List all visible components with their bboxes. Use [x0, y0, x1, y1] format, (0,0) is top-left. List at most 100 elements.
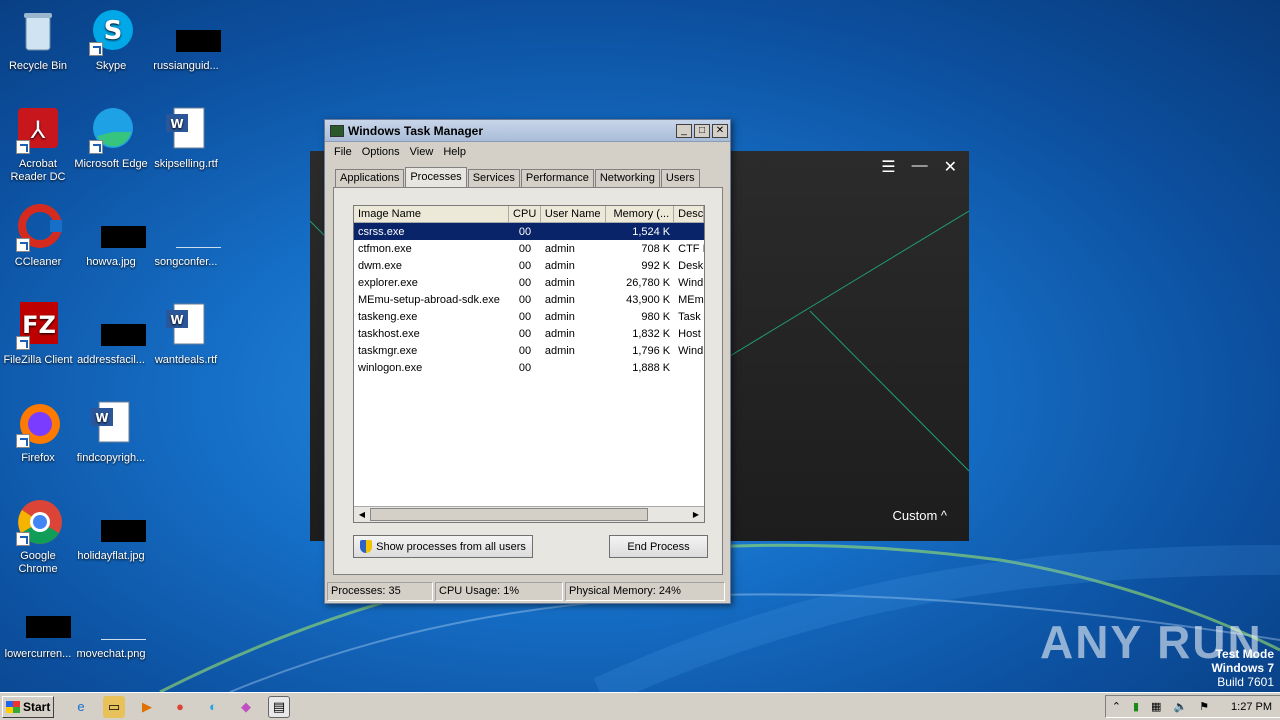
minimize-icon[interactable]: —: [912, 157, 928, 177]
close-icon[interactable]: ✕: [944, 157, 957, 177]
image-file-icon: [87, 498, 146, 546]
scroll-thumb[interactable]: [370, 508, 648, 521]
desktop-icon-lowercurren[interactable]: lowercurren...: [0, 596, 76, 661]
column-memory[interactable]: Memory (...: [606, 206, 675, 222]
cell-cpu: 00: [518, 242, 532, 255]
horizontal-scrollbar[interactable]: ◀ ▶: [354, 506, 704, 522]
list-header: Image Name CPU User Name Memory (... Des…: [354, 206, 704, 223]
tab-networking[interactable]: Networking: [594, 169, 660, 187]
network-icon[interactable]: ▦: [1151, 700, 1161, 713]
cell-cpu: 00: [518, 327, 532, 340]
cell-memory: 1,796 K: [632, 344, 671, 357]
cell-cpu: 00: [518, 276, 532, 289]
desktop-icon-addressfacil[interactable]: addressfacil...: [73, 302, 149, 367]
column-user-name[interactable]: User Name: [541, 206, 606, 222]
desktop-icon-skype[interactable]: S Skype: [73, 8, 149, 73]
process-list[interactable]: Image Name CPU User Name Memory (... Des…: [353, 205, 705, 523]
end-process-button[interactable]: End Process: [609, 535, 708, 558]
cell-cpu: 00: [518, 310, 532, 323]
tab-performance[interactable]: Performance: [520, 169, 594, 187]
desktop-icon-filezilla[interactable]: FZ FileZilla Client: [0, 302, 76, 367]
ie-taskbar-icon[interactable]: e: [70, 696, 92, 718]
filezilla-icon: FZ: [14, 302, 62, 350]
table-row[interactable]: taskeng.exe 00 admin 980 K Task: [354, 308, 704, 325]
desktop-icon-firefox[interactable]: Firefox: [0, 400, 76, 465]
task-manager-icon: [330, 124, 344, 137]
table-row[interactable]: taskhost.exe 00 admin 1,832 K Host: [354, 325, 704, 342]
table-row[interactable]: taskmgr.exe 00 admin 1,796 K Wind: [354, 342, 704, 359]
task-manager-taskbar-icon[interactable]: ▤: [268, 695, 290, 718]
tab-processes[interactable]: Processes: [405, 167, 467, 187]
desktop-icon-skipselling[interactable]: W skipselling.rtf: [148, 106, 224, 171]
cell-image-name: taskeng.exe: [358, 310, 418, 323]
cell-memory: 708 K: [641, 242, 671, 255]
cell-description: Wind: [678, 276, 704, 289]
cell-user-name: admin: [544, 293, 575, 306]
desktop-icon-songconfer[interactable]: songconfer...: [148, 204, 224, 269]
tab-users[interactable]: Users: [660, 169, 700, 187]
desktop-icon-howva[interactable]: howva.jpg: [73, 204, 149, 269]
maximize-button[interactable]: □: [694, 123, 710, 138]
menu-bar: File Options View Help: [325, 142, 730, 162]
show-hidden-icons-icon[interactable]: ⌃: [1112, 700, 1121, 713]
title-bar[interactable]: Windows Task Manager _ □ ✕: [325, 120, 730, 142]
scroll-left-icon[interactable]: ◀: [355, 508, 369, 521]
table-row[interactable]: explorer.exe 00 admin 26,780 K Wind: [354, 274, 704, 291]
desktop-icon-recycle-bin[interactable]: Recycle Bin: [0, 8, 76, 73]
custom-install-button[interactable]: Custom ^: [892, 508, 947, 523]
cell-memory: 980 K: [641, 310, 671, 323]
desktop-icon-holidayflat[interactable]: holidayflat.jpg: [73, 498, 149, 563]
desktop-icon-wantdeals[interactable]: W wantdeals.rtf: [148, 302, 224, 367]
desktop-icon-ccleaner[interactable]: CCleaner: [0, 204, 76, 269]
table-row[interactable]: dwm.exe 00 admin 992 K Desk: [354, 257, 704, 274]
task-manager-tray-icon[interactable]: ▮: [1133, 700, 1139, 713]
table-row[interactable]: MEmu-setup-abroad-sdk.exe 00 admin 43,900 K…: [354, 291, 704, 308]
menu-options[interactable]: Options: [357, 146, 405, 158]
cell-description: Host: [678, 327, 701, 340]
desktop-icon-edge[interactable]: Microsoft Edge: [73, 106, 149, 171]
cell-image-name: explorer.exe: [358, 276, 418, 289]
tab-applications[interactable]: Applications: [335, 169, 405, 187]
cell-description: Wind: [678, 344, 704, 357]
close-button[interactable]: ✕: [712, 123, 728, 138]
cell-cpu: 00: [518, 361, 532, 374]
action-center-flag-icon[interactable]: ⚑: [1199, 700, 1209, 713]
column-cpu[interactable]: CPU: [509, 206, 541, 222]
explorer-taskbar-icon[interactable]: ▭: [103, 695, 125, 718]
table-row[interactable]: csrss.exe 00 1,524 K: [354, 223, 704, 240]
show-all-processes-button[interactable]: Show processes from all users: [353, 535, 533, 558]
desktop-icon-russianguid[interactable]: russianguid...: [148, 8, 224, 73]
table-row[interactable]: winlogon.exe 00 1,888 K: [354, 359, 704, 376]
tab-services[interactable]: Services: [467, 169, 520, 187]
column-image-name[interactable]: Image Name: [354, 206, 510, 222]
image-file-icon: [87, 302, 146, 350]
clock[interactable]: 1:27 PM: [1231, 701, 1272, 713]
menu-view[interactable]: View: [405, 146, 439, 158]
chevron-up-icon: ^: [937, 508, 947, 523]
end-process-label: End Process: [627, 540, 690, 553]
menu-file[interactable]: File: [329, 146, 357, 158]
menu-help[interactable]: Help: [438, 146, 471, 158]
image-file-icon: [87, 204, 146, 252]
menu-icon[interactable]: ☰: [881, 157, 895, 177]
edge-taskbar-icon[interactable]: ◐: [202, 696, 224, 718]
table-row[interactable]: ctfmon.exe 00 admin 708 K CTF I: [354, 240, 704, 257]
installer-taskbar-icon[interactable]: ◆: [235, 696, 257, 718]
watermark-line3: Build 7601: [1217, 675, 1274, 689]
cell-image-name: taskhost.exe: [358, 327, 420, 340]
desktop-icon-findcopyrigh[interactable]: W findcopyrigh...: [73, 400, 149, 465]
chrome-taskbar-icon[interactable]: ●: [169, 696, 191, 718]
desktop-icon-acrobat[interactable]: ⅄ Acrobat Reader DC: [0, 106, 76, 184]
start-button[interactable]: Start: [2, 695, 54, 718]
column-description[interactable]: Desc: [674, 206, 704, 222]
cell-memory: 1,524 K: [632, 225, 671, 238]
desktop-icon-chrome[interactable]: Google Chrome: [0, 498, 76, 576]
media-player-taskbar-icon[interactable]: ▶: [136, 696, 158, 718]
cell-user-name: admin: [544, 276, 575, 289]
scroll-right-icon[interactable]: ▶: [689, 508, 703, 521]
image-file-icon: [162, 204, 221, 252]
minimize-button[interactable]: _: [676, 123, 692, 138]
desktop-icon-movechat[interactable]: movechat.png: [73, 596, 149, 661]
volume-icon[interactable]: 🔈: [1173, 700, 1187, 713]
cell-image-name: MEmu-setup-abroad-sdk.exe: [358, 293, 500, 306]
